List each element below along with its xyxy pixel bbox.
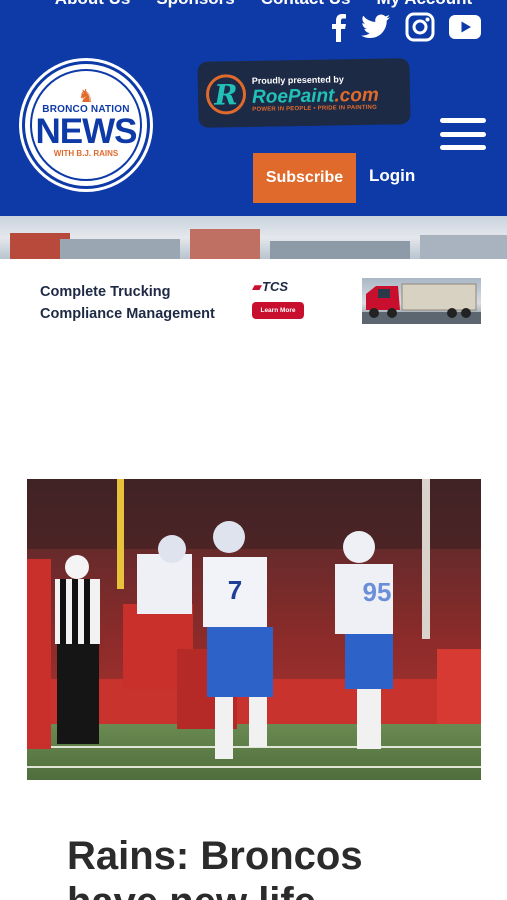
sponsor-brand-suffix: .com [334, 84, 379, 106]
login-link[interactable]: Login [369, 166, 415, 186]
social-links [329, 12, 481, 42]
svg-text:95: 95 [363, 577, 392, 607]
sponsor-tagline: POWER IN PEOPLE • PRIDE IN PAINTING [252, 104, 377, 113]
nav-sponsors[interactable]: Sponsors [156, 0, 234, 9]
tcs-logo: ▰TCS [252, 279, 288, 295]
youtube-icon[interactable] [449, 15, 481, 39]
nav-my-account[interactable]: My Account [376, 0, 472, 9]
sponsor-banner[interactable]: R Proudly presented by RoePaint.com POWE… [197, 58, 411, 128]
facebook-icon[interactable] [329, 12, 347, 42]
headline-line-2: have new life [67, 880, 316, 900]
sponsor-text: Proudly presented by RoePaint.com POWER … [251, 73, 379, 113]
decorative-banner-strip [0, 216, 507, 259]
twitter-icon[interactable] [361, 14, 391, 40]
hamburger-menu-icon[interactable] [440, 118, 486, 150]
nav-contact-us[interactable]: Contact Us [261, 0, 351, 9]
flag-icon: ▰ [252, 279, 262, 294]
truck-image [362, 278, 481, 324]
subscribe-button[interactable]: Subscribe [253, 153, 356, 203]
learn-more-button[interactable]: Learn More [252, 302, 304, 319]
tcs-brand: ▰TCS Learn More [252, 279, 304, 319]
featured-photo[interactable]: 7 95 [27, 479, 481, 780]
headline-line-1: Rains: Broncos [67, 834, 363, 878]
svg-text:7: 7 [228, 575, 242, 605]
sponsor-brand: RoePaint.com [251, 84, 379, 108]
ad-line-2: Compliance Management [40, 306, 215, 322]
ad-copy: Complete Trucking Compliance Management [40, 281, 215, 325]
tcs-logo-text: TCS [262, 279, 288, 294]
article-headline[interactable]: Rains: Broncos have new life [67, 833, 467, 900]
tcs-advertisement[interactable]: Complete Trucking Compliance Management … [0, 259, 507, 339]
site-header: About Us Sponsors Contact Us My Account … [0, 0, 507, 216]
ad-line-1: Complete Trucking [40, 284, 171, 300]
sponsor-brand-name: RoePaint [251, 84, 335, 108]
site-logo[interactable]: ♞ BRONCO NATION NEWS WITH B.J. RAINS [22, 61, 150, 189]
instagram-icon[interactable] [405, 12, 435, 42]
nav-about-us[interactable]: About Us [55, 0, 131, 9]
logo-ring [30, 69, 142, 181]
roepaint-logo-icon: R [205, 74, 247, 115]
top-nav: About Us Sponsors Contact Us My Account [0, 0, 507, 9]
